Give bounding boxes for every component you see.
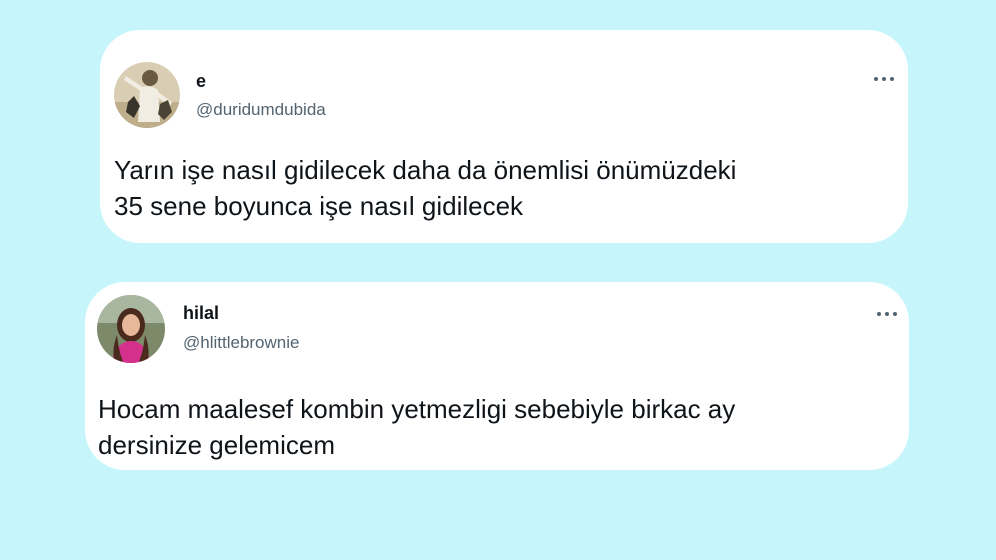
user-handle[interactable]: @duridumdubida: [196, 101, 326, 118]
more-horizontal-icon: [877, 312, 881, 316]
more-horizontal-icon: [874, 77, 878, 81]
tweet-text-line: dersinize gelemicem: [98, 430, 335, 460]
tweet-card[interactable]: hilal @hlittlebrownie Hocam maalesef kom…: [85, 282, 909, 470]
display-name[interactable]: e: [196, 72, 206, 90]
user-handle[interactable]: @hlittlebrownie: [183, 334, 299, 351]
tweet-text-line: 35 sene boyunca işe nasıl gidilecek: [114, 191, 524, 221]
tweet-text: Yarın işe nasıl gidilecek daha da önemli…: [114, 152, 894, 224]
more-options-button[interactable]: [877, 308, 897, 320]
avatar[interactable]: [97, 295, 165, 363]
tweet-card[interactable]: e @duridumdubida Yarın işe nasıl gidilec…: [100, 30, 908, 243]
more-options-button[interactable]: [874, 73, 894, 85]
avatar-image: [97, 295, 165, 363]
tweet-text-line: Hocam maalesef kombin yetmezligi sebebiy…: [98, 394, 736, 424]
tweet-text-line: Yarın işe nasıl gidilecek daha da önemli…: [114, 155, 737, 185]
tweet-text: Hocam maalesef kombin yetmezligi sebebiy…: [98, 391, 898, 463]
display-name[interactable]: hilal: [183, 304, 219, 322]
avatar-image: [114, 62, 180, 128]
avatar[interactable]: [114, 62, 180, 128]
